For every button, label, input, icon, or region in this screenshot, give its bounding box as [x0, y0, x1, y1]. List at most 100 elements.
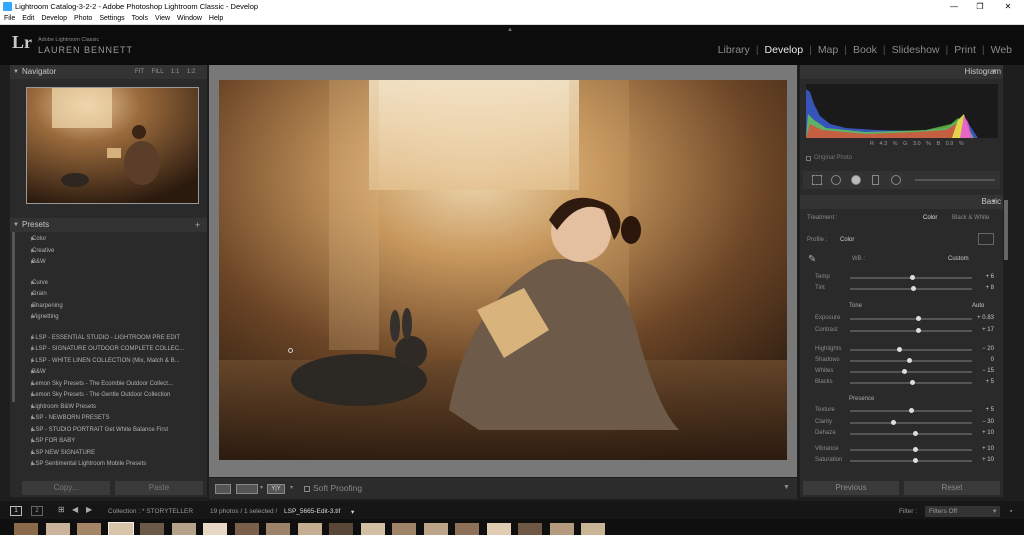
slider-value[interactable]: 0 — [970, 357, 994, 363]
slider-thumb[interactable] — [907, 358, 912, 363]
soft-proofing-checkbox[interactable] — [304, 486, 310, 492]
selected-filename[interactable]: LSP_5665-Edit-3.tif — [284, 508, 340, 515]
menu-settings[interactable]: Settings — [99, 13, 124, 25]
add-preset-button[interactable]: + — [195, 218, 200, 232]
module-develop[interactable]: Develop — [765, 44, 804, 56]
slider-value[interactable]: + 5 — [970, 407, 994, 413]
presets-scrollbar[interactable] — [12, 232, 15, 402]
slider-thumb[interactable] — [913, 431, 918, 436]
menu-photo[interactable]: Photo — [74, 13, 92, 25]
menu-help[interactable]: Help — [209, 13, 223, 25]
menu-edit[interactable]: Edit — [22, 13, 34, 25]
module-web[interactable]: Web — [991, 44, 1012, 56]
menu-window[interactable]: Window — [177, 13, 202, 25]
basic-header[interactable] — [800, 195, 1003, 209]
filmstrip-thumbnail[interactable] — [234, 523, 259, 535]
filmstrip-thumbnail[interactable] — [329, 523, 353, 535]
histogram-graph[interactable] — [806, 84, 998, 138]
filmstrip-thumbnail[interactable] — [140, 523, 164, 535]
slider-track[interactable] — [850, 420, 972, 425]
slider-thumb[interactable] — [909, 408, 914, 413]
collection-source[interactable]: Collection : * STORYTELLER — [108, 508, 193, 515]
slider-value[interactable]: − 15 — [970, 368, 994, 374]
copy-settings-button[interactable]: Copy... — [22, 481, 110, 495]
preset-group[interactable]: ▶Grain — [20, 289, 205, 301]
menu-file[interactable]: File — [4, 13, 15, 25]
filmstrip-thumbnail[interactable] — [266, 523, 290, 535]
red-eye-icon[interactable] — [851, 175, 861, 185]
slider-thumb[interactable] — [910, 380, 915, 385]
slider-value[interactable]: + 0.83 — [970, 315, 994, 321]
collapse-top-caret[interactable]: ▲ — [507, 27, 513, 33]
preset-group[interactable]: ▶! LSP - ESSENTIAL STUDIO - LIGHTROOM PR… — [20, 333, 205, 345]
slider-thumb[interactable] — [910, 275, 915, 280]
slider-track[interactable] — [850, 369, 972, 374]
filmstrip-thumbnail[interactable] — [360, 523, 385, 535]
slider-track[interactable] — [850, 447, 972, 452]
filmstrip-thumbnail[interactable] — [518, 523, 542, 535]
filmstrip-thumbnail[interactable] — [423, 523, 448, 535]
view-dropdown-icon[interactable]: ▾ — [260, 484, 263, 491]
paste-settings-button[interactable]: Paste — [115, 481, 203, 495]
slider-value[interactable]: + 6 — [970, 274, 994, 280]
profile-select[interactable]: Color — [840, 237, 854, 243]
presets-collapse-icon[interactable]: ▼ — [13, 218, 19, 232]
white-balance-picker-icon[interactable]: ✎ — [808, 254, 816, 265]
preset-group[interactable]: ▶Vignetting — [20, 312, 205, 324]
filmstrip-thumbnail[interactable] — [392, 523, 416, 535]
preset-group[interactable]: ▶B&W — [20, 367, 205, 379]
preset-group[interactable]: ▶B&W — [20, 257, 205, 269]
preset-group[interactable]: ▶Lemon Sky Presets - The Gentle Outdoor … — [20, 390, 205, 402]
loupe-view-icon[interactable] — [215, 484, 231, 494]
tone-auto-button[interactable]: Auto — [972, 303, 984, 309]
slider-thumb[interactable] — [913, 447, 918, 452]
slider-value[interactable]: + 10 — [970, 457, 994, 463]
filename-dropdown-icon[interactable]: ▾ — [351, 508, 354, 516]
slider-thumb[interactable] — [897, 347, 902, 352]
preset-group[interactable]: ▶LSP - STUDIO PORTRAIT Get White Balance… — [20, 425, 205, 437]
slider-value[interactable]: + 5 — [970, 379, 994, 385]
slider-thumb[interactable] — [902, 369, 907, 374]
close-button[interactable]: ✕ — [996, 0, 1020, 13]
slider-value[interactable]: − 20 — [970, 346, 994, 352]
module-book[interactable]: Book — [853, 44, 877, 56]
reset-button[interactable]: Reset — [904, 481, 1000, 495]
preset-group[interactable]: ▶Lightroom B&W Presets — [20, 402, 205, 414]
slider-value[interactable]: + 17 — [970, 327, 994, 333]
histogram-collapse-icon[interactable]: ▼ — [991, 65, 997, 79]
preset-group[interactable]: ▶Creative — [20, 246, 205, 258]
preset-group[interactable]: ▶Curve — [20, 278, 205, 290]
graduated-filter-icon[interactable] — [872, 175, 879, 185]
filmstrip-thumbnail[interactable] — [107, 522, 134, 535]
filter-select[interactable]: Filters Off — [925, 506, 1000, 517]
main-photo[interactable] — [219, 80, 787, 460]
menu-tools[interactable]: Tools — [132, 13, 148, 25]
navigator-zoom-options[interactable]: FIT FILL 1:1 1:2 — [135, 65, 195, 79]
slider-thumb[interactable] — [916, 328, 921, 333]
slider-track[interactable] — [850, 380, 972, 385]
preset-group[interactable]: ▶! LSP - WHITE LINEN COLLECTION (Mix, Ma… — [20, 356, 205, 368]
preset-group[interactable]: ▶LSP NEW SIGNATURE — [20, 448, 205, 460]
slider-thumb[interactable] — [891, 420, 896, 425]
slider-value[interactable]: + 8 — [970, 285, 994, 291]
view-dropdown-icon[interactable]: ▾ — [290, 484, 293, 491]
primary-display-button[interactable]: 1 — [10, 506, 22, 516]
filmstrip-thumbnail[interactable] — [455, 523, 479, 535]
slider-thumb[interactable] — [916, 316, 921, 321]
treatment-color-option[interactable]: Color — [923, 215, 937, 221]
slider-track[interactable] — [850, 328, 972, 333]
module-library[interactable]: Library — [718, 44, 750, 56]
filmstrip-thumbnail[interactable] — [77, 523, 101, 535]
navigator-collapse-icon[interactable]: ▼ — [13, 65, 19, 79]
module-map[interactable]: Map — [818, 44, 838, 56]
slider-track[interactable] — [850, 358, 972, 363]
filmstrip-thumbnail[interactable] — [549, 523, 574, 535]
preset-group[interactable]: ▶LSP Sentimental Lightroom Mobile Preset… — [20, 459, 205, 471]
slider-value[interactable]: + 10 — [970, 430, 994, 436]
right-panel-scrollbar[interactable] — [1004, 200, 1008, 260]
preset-group[interactable]: ▶LSP FOR BABY — [20, 436, 205, 448]
swap-before-after-button[interactable]: Y|Y — [267, 484, 285, 494]
slider-track[interactable] — [850, 347, 972, 352]
slider-track[interactable] — [850, 408, 972, 413]
module-slideshow[interactable]: Slideshow — [892, 44, 940, 56]
